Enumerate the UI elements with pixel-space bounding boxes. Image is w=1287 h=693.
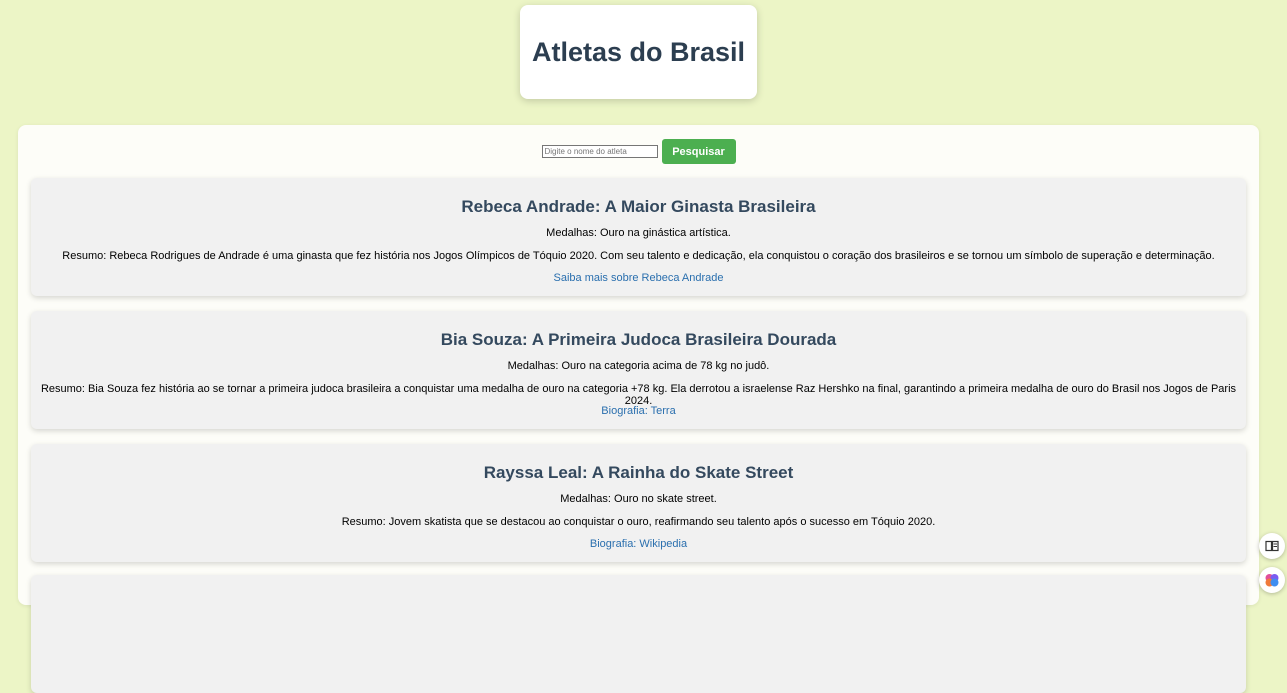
page-header: Atletas do Brasil bbox=[520, 5, 757, 99]
athlete-card-rebeca-andrade: Rebeca Andrade: A Maior Ginasta Brasilei… bbox=[31, 178, 1246, 296]
search-bar: Pesquisar bbox=[18, 139, 1259, 164]
athlete-title: Rebeca Andrade: A Maior Ginasta Brasilei… bbox=[461, 197, 816, 216]
athlete-link[interactable]: Saiba mais sobre Rebeca Andrade bbox=[31, 272, 1246, 284]
page-title: Atletas do Brasil bbox=[531, 36, 746, 67]
athlete-medals: Medalhas: Ouro no skate street. bbox=[560, 493, 717, 505]
athlete-medals: Medalhas: Ouro na categoria acima de 78 … bbox=[507, 360, 770, 372]
athletes-panel: Pesquisar Rebeca Andrade: A Maior Ginast… bbox=[18, 125, 1259, 693]
athlete-card-bia-souza: Bia Souza: A Primeira Judoca Brasileira … bbox=[31, 311, 1246, 429]
athlete-summary: Resumo: Jovem skatista que se destacou a… bbox=[341, 516, 936, 528]
reader-mode-button[interactable] bbox=[1259, 533, 1285, 559]
athlete-summary: Resumo: Rebeca Rodrigues de Andrade é um… bbox=[62, 250, 1215, 262]
brain-icon bbox=[1265, 574, 1279, 587]
athlete-medals: Medalhas: Ouro na ginástica artística. bbox=[546, 227, 731, 239]
athlete-link[interactable]: Biografia: Wikipedia bbox=[31, 538, 1246, 550]
athlete-title: Rayssa Leal: A Rainha do Skate Street bbox=[483, 463, 794, 482]
search-input[interactable] bbox=[541, 145, 658, 158]
book-icon bbox=[1265, 540, 1279, 552]
athlete-link[interactable]: Biografia: Terra bbox=[31, 405, 1246, 417]
athlete-title: Bia Souza: A Primeira Judoca Brasileira … bbox=[440, 330, 837, 349]
search-button[interactable]: Pesquisar bbox=[661, 139, 736, 164]
athlete-card-rayssa-leal: Rayssa Leal: A Rainha do Skate Street Me… bbox=[31, 444, 1246, 562]
extension-button[interactable] bbox=[1259, 567, 1285, 593]
athlete-card-partial bbox=[31, 575, 1246, 693]
athlete-summary: Resumo: Bia Souza fez história ao se tor… bbox=[40, 383, 1237, 407]
